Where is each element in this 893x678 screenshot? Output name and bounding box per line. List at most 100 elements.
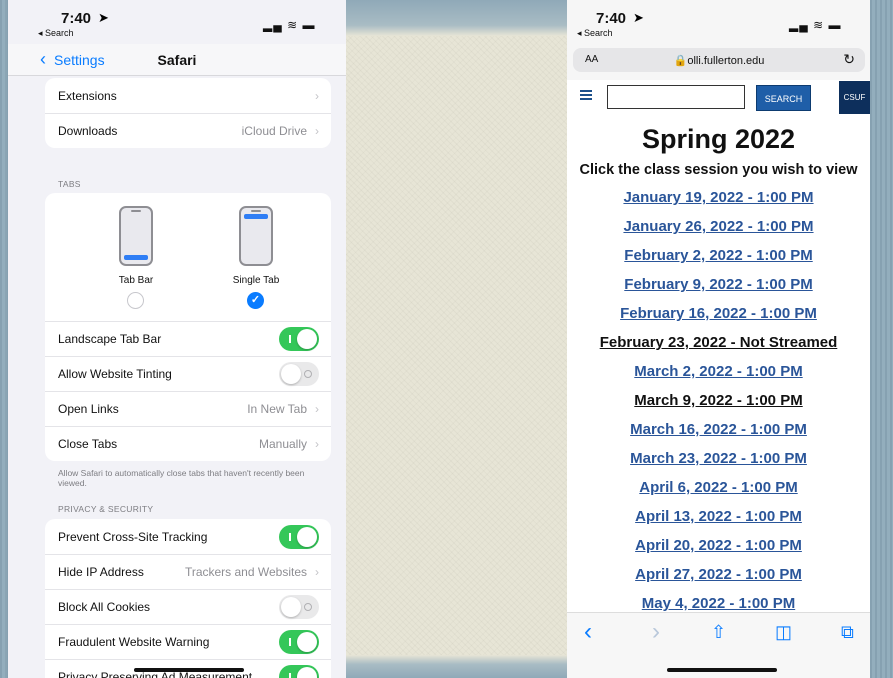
close-tabs-row[interactable]: Close Tabs Manually › [45,426,331,461]
landscape-tab-bar-row: Landscape Tab Bar [45,321,331,356]
session-link[interactable]: January 26, 2022 - 1:00 PM [567,218,870,235]
page-title: Safari [157,52,197,68]
settings-screen: 7:40 ➤ ◂ Search ▂▄ ≋ ▬ ‹ Settings Safari… [8,0,346,678]
forward-icon[interactable]: › [652,618,660,646]
row-label: Extensions [58,88,117,103]
landscape-tab-bar-toggle[interactable] [279,327,319,351]
safari-browser-screen: 7:40 ➤ ◂ Search ▂▄ ≋ ▬ AA 🔒olli.fullerto… [567,0,870,678]
tabs-icon[interactable]: ⧉ [841,622,854,643]
reload-icon[interactable]: ↻ [843,51,855,68]
back-to-search[interactable]: ◂ Search [38,28,74,39]
row-label: Allow Website Tinting [58,367,172,381]
session-link: March 9, 2022 - 1:00 PM [634,392,803,409]
background-center-top [345,0,567,36]
background-center [345,0,567,678]
row-value: In New Tab [247,402,307,416]
tab-bar-label: Tab Bar [118,275,154,286]
ad-measurement-toggle[interactable] [279,665,319,678]
hide-ip-row[interactable]: Hide IP Address Trackers and Websites › [45,554,331,589]
bottom-bar [124,255,148,260]
session-link[interactable]: February 9, 2022 - 1:00 PM [567,276,870,293]
row-label: Hide IP Address [58,565,144,579]
tab-bar-radio[interactable] [127,292,144,309]
page-heading: Spring 2022 [641,124,796,154]
prevent-tracking-row: Prevent Cross-Site Tracking [45,519,331,554]
nav-bar: ‹ Settings Safari [8,44,346,76]
home-indicator [667,668,777,672]
privacy-section-header: PRIVACY & SECURITY [58,504,154,514]
csuf-logo-link[interactable]: CSUF [839,81,870,114]
single-tab-label: Single Tab [232,275,280,286]
row-label: Fraudulent Website Warning [58,635,210,649]
site-search-button[interactable]: SEARCH [756,85,811,111]
toggle-knob [281,364,301,384]
row-label: Block All Cookies [58,600,151,614]
chevron-right-icon: › [315,88,319,103]
location-arrow-icon: ➤ [98,10,109,25]
share-icon[interactable]: ⇧ [711,622,726,643]
fraud-warning-row: Fraudulent Website Warning [45,624,331,659]
single-tab-radio-checked-icon[interactable]: ✓ [247,292,264,309]
top-bar [244,214,268,219]
hamburger-menu-icon[interactable] [580,90,592,100]
open-links-row[interactable]: Open Links In New Tab › [45,391,331,426]
tab-layout-picker: Tab Bar Single Tab ✓ [45,193,331,321]
website-tinting-toggle[interactable] [279,362,319,386]
tab-bar-phone-icon[interactable] [119,206,153,266]
general-group: Extensions › Downloads iCloud Drive › [45,78,331,148]
back-to-search[interactable]: ◂ Search [577,28,613,39]
toggle-knob [297,329,317,349]
status-icons: ▂▄ ≋ ▬ [263,18,316,32]
status-bar: 7:40 ➤ ◂ Search ▂▄ ≋ ▬ [8,0,346,44]
privacy-group: Prevent Cross-Site Tracking Hide IP Addr… [45,519,331,678]
url-text[interactable]: 🔒olli.fullerton.edu [573,54,865,67]
session-link[interactable]: February 16, 2022 - 1:00 PM [567,305,870,322]
chevron-right-icon: › [315,565,319,579]
toggle-knob [297,667,317,678]
block-cookies-toggle[interactable] [279,595,319,619]
fraud-warning-toggle[interactable] [279,630,319,654]
session-link[interactable]: May 4, 2022 - 1:00 PM [567,595,870,612]
notch [251,210,261,212]
session-link[interactable]: March 16, 2022 - 1:00 PM [567,421,870,438]
toggle-knob [281,597,301,617]
session-link[interactable]: April 27, 2022 - 1:00 PM [567,566,870,583]
row-label: Open Links [58,402,119,416]
session-link[interactable]: April 13, 2022 - 1:00 PM [567,508,870,525]
home-indicator [134,668,244,672]
session-link[interactable]: March 2, 2022 - 1:00 PM [567,363,870,380]
page-subheading: Click the class session you wish to view [579,162,858,178]
session-link[interactable]: February 2, 2022 - 1:00 PM [567,247,870,264]
notch [131,210,141,212]
background-center-bottom [345,655,567,678]
session-link[interactable]: April 20, 2022 - 1:00 PM [567,537,870,554]
allow-website-tinting-row: Allow Website Tinting [45,356,331,391]
row-value: Trackers and Websites [184,565,307,579]
prevent-tracking-toggle[interactable] [279,524,319,549]
address-bar[interactable]: AA 🔒olli.fullerton.edu ↻ [573,48,865,72]
row-label: Landscape Tab Bar [58,332,162,346]
single-tab-phone-icon[interactable] [239,206,273,266]
tabs-section-header: TABS [58,179,81,189]
row-value: iCloud Drive [241,124,307,138]
chevron-right-icon: › [315,437,319,451]
bookmarks-icon[interactable]: ◫ [775,622,792,643]
row-label: Downloads [58,124,118,138]
session-link[interactable]: March 23, 2022 - 1:00 PM [567,450,870,467]
toggle-knob [297,632,317,652]
status-time: 7:40 [596,10,627,27]
back-icon[interactable]: ‹ [584,618,592,646]
row-label: Prevent Cross-Site Tracking [58,529,208,544]
close-tabs-footnote: Allow Safari to automatically close tabs… [58,468,305,488]
downloads-row[interactable]: Downloads iCloud Drive › [45,113,331,148]
chevron-right-icon: › [315,402,319,416]
session-link[interactable]: April 6, 2022 - 1:00 PM [567,479,870,496]
background-right [870,0,893,678]
toggle-knob [297,526,317,547]
extensions-row[interactable]: Extensions › [45,78,331,113]
status-icons: ▂▄ ≋ ▬ [789,18,842,32]
block-cookies-row: Block All Cookies [45,589,331,624]
tabs-group: Landscape Tab Bar Allow Website Tinting … [45,321,331,461]
site-search-input[interactable] [607,85,745,109]
session-link[interactable]: January 19, 2022 - 1:00 PM [567,189,870,206]
